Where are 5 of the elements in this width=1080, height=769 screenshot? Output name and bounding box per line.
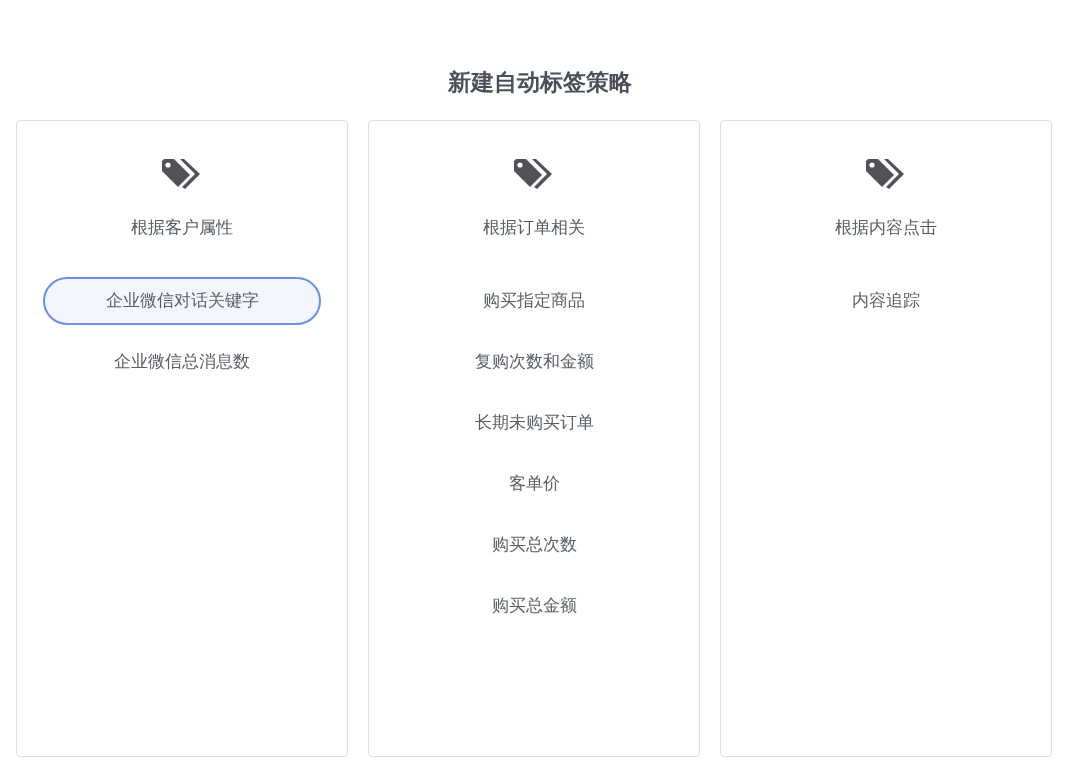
dialog-title: 新建自动标签策略: [448, 68, 632, 97]
option-button[interactable]: 企业微信对话关键字: [43, 277, 321, 325]
category-label: 根据内容点击: [835, 217, 937, 239]
category-label: 根据客户属性: [131, 217, 233, 239]
category-label: 根据订单相关: [483, 217, 585, 239]
